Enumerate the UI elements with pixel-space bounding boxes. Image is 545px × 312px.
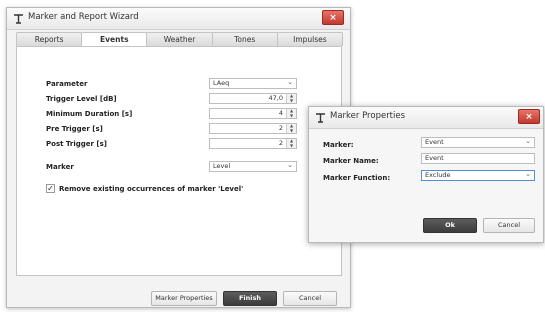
props-name-label: Marker Name: bbox=[323, 157, 379, 165]
remove-occurrences-checkbox[interactable]: ✓ bbox=[46, 184, 55, 193]
marker-function-value: Exclude bbox=[425, 171, 451, 179]
close-icon: × bbox=[525, 112, 533, 122]
parameter-label: Parameter bbox=[46, 80, 88, 88]
spinner-arrows-icon[interactable]: ▲ ▼ bbox=[286, 93, 296, 103]
trigger-level-label: Trigger Level [dB] bbox=[46, 95, 117, 103]
wand-icon bbox=[14, 14, 23, 24]
spinner-arrows-icon[interactable]: ▲ ▼ bbox=[286, 123, 296, 133]
chevron-down-icon: ⌄ bbox=[287, 78, 293, 86]
marker-name-field[interactable]: Event bbox=[421, 153, 535, 164]
pre-trigger-value: 2 bbox=[278, 124, 283, 132]
tab-impulses[interactable]: Impulses bbox=[276, 32, 344, 46]
marker-function-select[interactable]: Exclude ⌄ bbox=[421, 170, 535, 181]
wizard-cancel-button[interactable]: Cancel bbox=[283, 291, 337, 306]
parameter-value: LAeq bbox=[213, 79, 230, 87]
tab-events[interactable]: Events bbox=[81, 32, 148, 47]
marker-label: Marker bbox=[46, 163, 74, 171]
wizard-titlebar[interactable]: Marker and Report Wizard × bbox=[7, 8, 350, 30]
post-trigger-value: 2 bbox=[278, 139, 283, 147]
marker-select[interactable]: Level ⌄ bbox=[209, 161, 297, 172]
finish-button[interactable]: Finish bbox=[223, 291, 277, 306]
props-function-label: Marker Function: bbox=[323, 174, 391, 182]
chevron-down-icon: ⌄ bbox=[287, 161, 293, 169]
chevron-down-icon: ⌄ bbox=[525, 170, 531, 178]
marker-value: Level bbox=[213, 162, 231, 170]
marker-name-value: Event bbox=[425, 154, 444, 162]
min-duration-value: 4 bbox=[278, 109, 283, 117]
marker-properties-dialog: Marker Properties × Marker: Event ⌄ Mark… bbox=[308, 106, 544, 243]
spinner-arrows-icon[interactable]: ▲ ▼ bbox=[286, 138, 296, 148]
pre-trigger-spinner[interactable]: 2 ▲ ▼ bbox=[209, 123, 297, 134]
tab-tones[interactable]: Tones bbox=[211, 32, 278, 46]
min-duration-label: Minimum Duration [s] bbox=[46, 110, 133, 118]
trigger-level-value: 47,0 bbox=[268, 94, 283, 102]
pre-trigger-label: Pre Trigger [s] bbox=[46, 125, 103, 133]
trigger-level-spinner[interactable]: 47,0 ▲ ▼ bbox=[209, 93, 297, 104]
post-trigger-label: Post Trigger [s] bbox=[46, 140, 107, 148]
props-cancel-button[interactable]: Cancel bbox=[483, 218, 535, 233]
close-icon: × bbox=[329, 13, 337, 23]
props-marker-select[interactable]: Event ⌄ bbox=[421, 137, 535, 148]
post-trigger-spinner[interactable]: 2 ▲ ▼ bbox=[209, 138, 297, 149]
parameter-select[interactable]: LAeq ⌄ bbox=[209, 78, 297, 89]
tab-weather[interactable]: Weather bbox=[146, 32, 213, 46]
events-panel: Parameter LAeq ⌄ Trigger Level [dB] 47,0… bbox=[16, 46, 342, 276]
props-close-button[interactable]: × bbox=[518, 109, 540, 124]
chevron-down-icon: ⌄ bbox=[525, 137, 531, 145]
wizard-close-button[interactable]: × bbox=[322, 10, 344, 25]
remove-occurrences-label: Remove existing occurrences of marker 'L… bbox=[59, 185, 244, 193]
marker-report-wizard-window: Marker and Report Wizard × Reports Event… bbox=[6, 7, 351, 308]
props-marker-label: Marker: bbox=[323, 141, 354, 149]
props-title: Marker Properties bbox=[330, 111, 406, 121]
wizard-tabs: Reports Events Weather Tones Impulses bbox=[16, 32, 344, 47]
props-titlebar[interactable]: Marker Properties × bbox=[309, 107, 543, 129]
marker-properties-button[interactable]: Marker Properties bbox=[151, 291, 217, 306]
tab-reports[interactable]: Reports bbox=[16, 32, 83, 46]
wand-icon bbox=[316, 113, 325, 123]
ok-button[interactable]: Ok bbox=[423, 218, 477, 233]
props-marker-value: Event bbox=[425, 138, 444, 146]
min-duration-spinner[interactable]: 4 ▲ ▼ bbox=[209, 108, 297, 119]
check-icon: ✓ bbox=[47, 184, 54, 193]
spinner-arrows-icon[interactable]: ▲ ▼ bbox=[286, 108, 296, 118]
wizard-title: Marker and Report Wizard bbox=[28, 12, 139, 22]
